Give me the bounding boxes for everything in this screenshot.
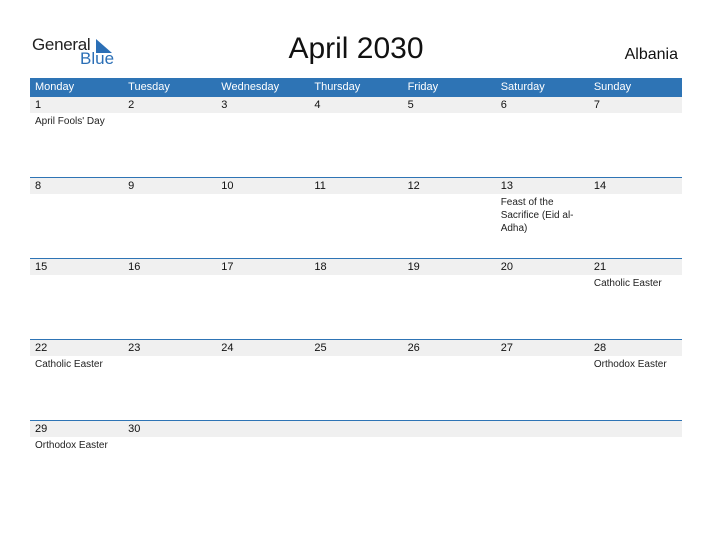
day-number [309, 421, 402, 437]
day-event [30, 275, 123, 290]
day-event [496, 437, 589, 452]
day-number: 24 [221, 342, 234, 354]
day-event [216, 275, 309, 290]
day-event [216, 356, 309, 371]
day-number [403, 421, 496, 437]
day-header: Friday [407, 81, 439, 93]
day-event [589, 194, 682, 235]
day-event [216, 113, 309, 128]
day-number: 11 [314, 180, 326, 192]
day-number: 6 [500, 99, 507, 111]
day-number: 9 [128, 180, 135, 192]
day-header: Tuesday [128, 81, 170, 93]
week-row: 29 30 Orthodox Easter [30, 420, 682, 502]
day-event: Catholic Easter [35, 359, 103, 370]
day-event [496, 275, 589, 290]
day-number: 17 [221, 261, 234, 273]
day-number: 27 [500, 342, 513, 354]
day-number: 21 [593, 261, 607, 273]
day-number: 13 [500, 180, 513, 192]
day-number: 26 [407, 342, 420, 354]
day-event: April Fools' Day [35, 116, 105, 127]
day-event: Orthodox Easter [593, 359, 667, 370]
day-number: 20 [500, 261, 513, 273]
day-number: 29 [35, 423, 48, 435]
day-event [123, 275, 216, 290]
day-event [216, 194, 309, 235]
day-event [123, 194, 216, 235]
day-header: Thursday [314, 81, 361, 93]
week-row: 8 9 10 11 12 13 14 Feast of the Sacrifice (Eid … [30, 177, 682, 259]
day-event [589, 113, 682, 128]
day-number: 8 [35, 180, 42, 192]
day-number: 7 [593, 99, 600, 111]
day-number: 12 [407, 180, 420, 192]
day-header: Sunday [593, 81, 632, 93]
day-event [309, 194, 402, 235]
day-event [123, 113, 216, 128]
day-number: 22 [35, 342, 48, 354]
day-event [30, 194, 123, 235]
week-row: 15 16 17 18 19 20 21 Catholic Easter [30, 258, 682, 340]
day-number: 15 [35, 261, 48, 273]
day-number [216, 421, 309, 437]
day-header: Saturday [500, 81, 545, 93]
day-event [216, 437, 309, 452]
day-event: Catholic Easter [593, 278, 662, 289]
country-label: Albania [624, 46, 678, 63]
day-event [496, 356, 589, 371]
weekday-header: Monday Tuesday Wednesday Thursday Friday… [30, 78, 682, 96]
day-number: 28 [593, 342, 607, 354]
day-number: 23 [128, 342, 141, 354]
day-event [403, 113, 496, 128]
day-header: Monday [35, 81, 75, 93]
day-event [309, 356, 402, 371]
day-event [589, 437, 682, 452]
week-row: 22 23 24 25 26 27 28 Catholic Easter Orthodox Ea… [30, 339, 682, 421]
day-number: 2 [128, 99, 135, 111]
day-number: 3 [221, 99, 228, 111]
day-number: 14 [593, 180, 607, 192]
day-event [403, 356, 496, 371]
day-event [403, 437, 496, 452]
day-number [496, 421, 589, 437]
day-number: 30 [128, 423, 141, 435]
day-event: Orthodox Easter [35, 440, 108, 451]
day-number: 4 [314, 99, 321, 111]
day-event [309, 275, 402, 290]
day-number: 1 [35, 99, 42, 111]
day-event [403, 275, 496, 290]
day-event [123, 356, 216, 371]
day-number: 18 [314, 261, 327, 273]
day-number: 10 [221, 180, 234, 192]
day-event: Feast of the Sacrifice (Eid al-Adha) [500, 197, 574, 234]
day-event [309, 437, 402, 452]
day-header: Wednesday [221, 81, 280, 93]
day-number: 16 [128, 261, 141, 273]
page-title: April 2030 [288, 32, 424, 65]
day-number: 25 [314, 342, 327, 354]
day-number: 5 [407, 99, 414, 111]
day-event [309, 113, 402, 128]
week-row: 1 2 3 4 5 6 7 April Fools' Day [30, 96, 682, 178]
day-event [496, 113, 589, 128]
day-event [123, 437, 216, 452]
day-event [403, 194, 496, 235]
day-number: 19 [407, 261, 420, 273]
day-number [589, 421, 682, 437]
